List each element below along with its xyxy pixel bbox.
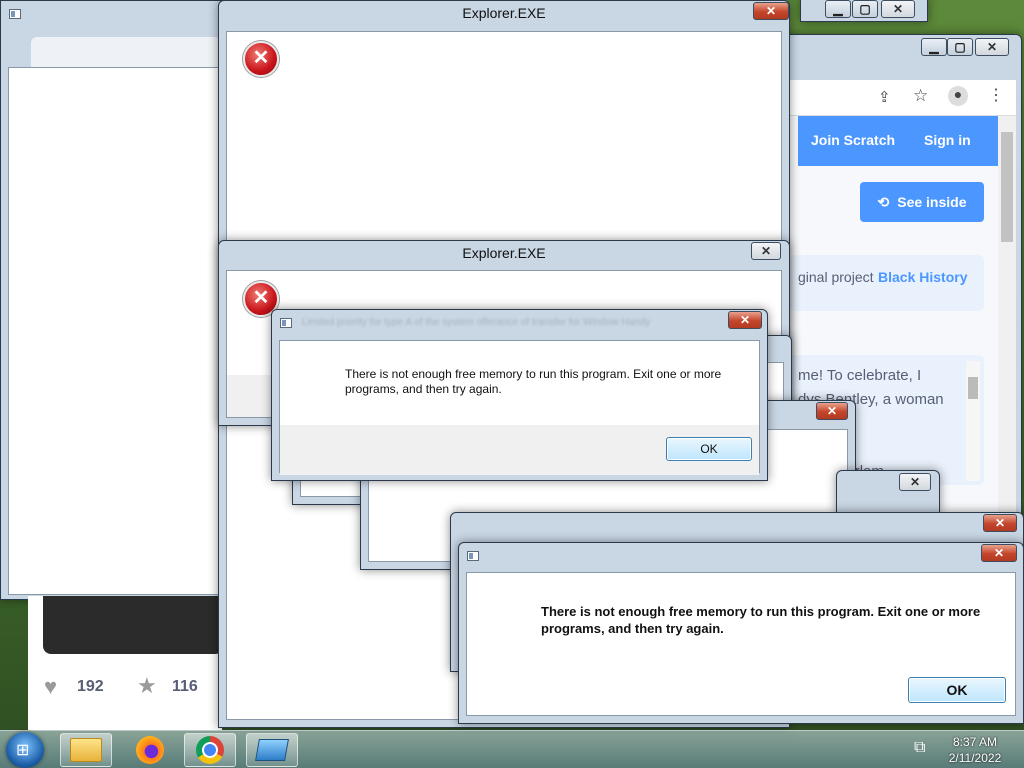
browser-toolbar: ⇪ ☆ ● ⋮ <box>790 80 1016 116</box>
taskbar-remote-desktop[interactable] <box>246 733 298 767</box>
dialog-title: Explorer.EXE <box>462 245 546 261</box>
taskbar-file-explorer[interactable] <box>60 733 112 767</box>
dialog-title: Explorer.EXE <box>462 5 546 21</box>
error-message: There is not enough free memory to run t… <box>345 367 722 396</box>
taskbar: ⊞ ⧉ 8:37 AM 2/11/2022 <box>0 730 1024 768</box>
favorite-star-icon[interactable]: ★ <box>137 673 157 699</box>
maximize-button[interactable]: ▢ <box>852 0 878 18</box>
sign-in-link[interactable]: Sign in <box>924 132 971 148</box>
share-icon[interactable]: ⇪ <box>878 88 891 106</box>
firefox-icon <box>136 736 164 764</box>
close-button[interactable]: ✕ <box>816 402 848 420</box>
network-icon[interactable]: ⧉ <box>914 739 925 757</box>
app-icon <box>467 551 479 561</box>
clock-date: 2/11/2022 <box>948 751 1002 765</box>
clock[interactable]: 8:37 AM 2/11/2022 <box>940 734 1010 766</box>
close-button[interactable]: ✕ <box>753 2 789 20</box>
dialog-body: There is not enough free memory to run t… <box>279 340 760 475</box>
original-project-link[interactable]: Black History <box>878 269 967 285</box>
video-player-bar <box>43 596 223 654</box>
close-button[interactable]: ✕ <box>881 0 915 18</box>
taskbar-firefox[interactable] <box>124 733 176 767</box>
minimize-button[interactable]: ▁ <box>825 0 851 18</box>
error-icon: ✕ <box>243 41 279 77</box>
ok-button[interactable]: OK <box>908 677 1006 703</box>
left-window-app-icon <box>9 9 21 19</box>
menu-icon[interactable]: ⋮ <box>988 85 1004 105</box>
close-button[interactable]: ✕ <box>975 38 1009 56</box>
background-window-top: ▁ ▢ ✕ <box>800 0 928 22</box>
profile-icon[interactable]: ● <box>948 86 968 106</box>
folder-icon <box>70 738 102 762</box>
chrome-icon <box>196 736 224 764</box>
left-window <box>0 0 230 600</box>
error-dialog-stacked-c: ✕ <box>836 470 940 514</box>
remix-credit-box: ginal project Black History <box>790 255 984 311</box>
loves-count: 192 <box>77 678 104 695</box>
maximize-button[interactable]: ▢ <box>947 38 973 56</box>
left-window-content <box>8 67 228 595</box>
taskbar-chrome[interactable] <box>184 733 236 767</box>
remote-desktop-icon <box>255 739 289 761</box>
scrollbar-thumb[interactable] <box>1001 132 1013 242</box>
dialog-body: There is not enough free memory to run t… <box>466 572 1016 716</box>
ok-button[interactable]: OK <box>666 437 752 461</box>
close-button[interactable]: ✕ <box>728 311 762 329</box>
error-message: There is not enough free memory to run t… <box>541 604 981 636</box>
windows-logo-icon: ⊞ <box>16 742 30 759</box>
favorites-count: 116 <box>172 678 198 695</box>
notes-scroll-thumb[interactable] <box>968 377 978 399</box>
close-button[interactable]: ✕ <box>983 514 1017 532</box>
see-inside-button[interactable]: ⟲ See inside <box>860 182 984 222</box>
love-icon[interactable]: ♥ <box>44 674 57 700</box>
notes-line-1: me! To celebrate, I <box>798 367 922 384</box>
original-prefix: ginal project <box>798 269 874 285</box>
blurred-title: Limited priority for type A of the syste… <box>302 317 651 328</box>
bookmark-star-icon[interactable]: ☆ <box>913 86 928 106</box>
close-button[interactable]: ✕ <box>751 242 781 260</box>
minimize-button[interactable]: ▁ <box>921 38 947 56</box>
clock-time: 8:37 AM <box>952 735 998 749</box>
see-inside-label: See inside <box>897 194 967 210</box>
close-button[interactable]: ✕ <box>981 544 1017 562</box>
close-button[interactable]: ✕ <box>899 473 931 491</box>
see-inside-icon: ⟲ <box>877 193 890 210</box>
join-scratch-link[interactable]: Join Scratch <box>811 132 895 148</box>
page-scrollbar[interactable] <box>998 116 1016 520</box>
page-fragment: ♥ 192 ★ 116 <box>28 596 223 730</box>
start-button[interactable]: ⊞ <box>6 732 44 768</box>
memory-error-dialog-front: ✕ There is not enough free memory to run… <box>458 542 1024 724</box>
memory-error-dialog-center: Limited priority for type A of the syste… <box>271 309 768 481</box>
notes-scrollbar[interactable] <box>966 361 980 481</box>
scratch-navbar: Join Scratch Sign in <box>798 116 998 166</box>
left-window-tab <box>31 37 221 67</box>
app-icon <box>280 318 292 328</box>
